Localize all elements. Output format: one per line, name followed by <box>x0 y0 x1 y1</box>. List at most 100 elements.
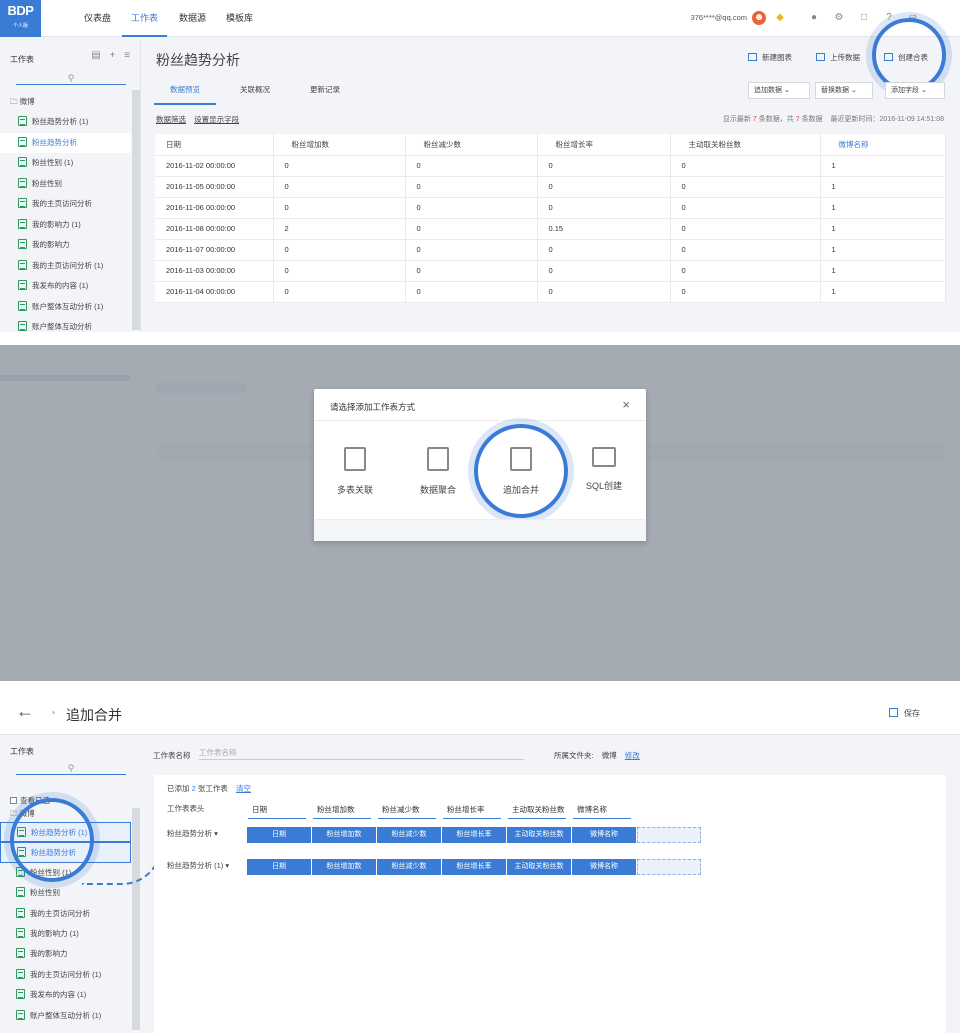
append-data-select[interactable]: 追加数据 ⌄ <box>748 82 810 99</box>
tree-item-selected[interactable]: 粉丝趋势分析 <box>0 132 131 153</box>
field-chip[interactable]: 微博名称 <box>572 827 636 843</box>
field-chip[interactable]: 粉丝减少数 <box>377 859 441 875</box>
tree-item[interactable]: 我的影响力 (1) <box>0 924 131 944</box>
user-email[interactable]: 376****@qq.com <box>691 0 747 37</box>
header-cell[interactable]: 粉丝减少数 <box>378 803 436 819</box>
field-chip[interactable]: 日期 <box>247 827 311 843</box>
tree-item[interactable]: 粉丝性别 (1) <box>0 153 131 174</box>
tree-item[interactable]: 我的影响力 <box>0 944 131 964</box>
column-header[interactable]: 微博名称 <box>820 134 946 156</box>
folder-edit-link[interactable]: 修改 <box>625 751 640 760</box>
replace-data-select[interactable]: 替换数据 ⌄ <box>815 82 873 99</box>
column-header[interactable]: 主动取关粉丝数 <box>670 134 821 156</box>
gear-icon[interactable]: ⚙ <box>832 11 846 25</box>
clear-link[interactable]: 清空 <box>236 784 251 793</box>
empty-field-slot[interactable] <box>637 827 701 843</box>
folder-label: 微博 <box>19 97 35 106</box>
tree-item[interactable]: 账户整体互动分析 (1) <box>0 1006 131 1026</box>
tree-item[interactable]: 账户整体互动分析 (1) <box>0 297 131 318</box>
header-cell[interactable]: 粉丝增加数 <box>313 803 371 819</box>
option-data-aggregation[interactable]: 数据聚合 <box>403 447 473 496</box>
search-icon: ⚲ <box>67 763 75 773</box>
table-row[interactable]: 2016-11-07 00:00:00 0 0 0 0 1 <box>155 239 946 261</box>
save-button[interactable]: 保存 <box>889 708 920 719</box>
avatar-icon[interactable]: ☻ <box>752 11 766 25</box>
option-label: 多表关联 <box>336 485 373 495</box>
sidebar-search[interactable]: ⚲ <box>16 762 126 775</box>
data-filter-link[interactable]: 数据筛选 <box>156 115 186 124</box>
header-cell[interactable]: 微博名称 <box>573 803 631 819</box>
tab-update-log[interactable]: 更新记录 <box>310 84 340 95</box>
table-cell: 2016-11-04 00:00:00 <box>155 281 274 303</box>
field-chip[interactable]: 日期 <box>247 859 311 875</box>
pin-icon[interactable]: ● <box>807 11 821 25</box>
table-row[interactable]: 2016-11-03 00:00:00 0 0 0 0 1 <box>155 260 946 282</box>
tree-item[interactable]: 我的主页访问分析 (1) <box>0 965 131 985</box>
field-chip[interactable]: 微博名称 <box>572 859 636 875</box>
add-field-select[interactable]: 添加字段 ⌄ <box>885 82 945 99</box>
option-multi-table-join[interactable]: 多表关联 <box>320 447 390 496</box>
column-header[interactable]: 粉丝增加数 <box>273 134 406 156</box>
tree-item[interactable]: 我的影响力 (1) <box>0 215 131 236</box>
close-icon[interactable]: × <box>622 397 630 412</box>
message-icon[interactable]: □ <box>857 11 871 25</box>
back-arrow-icon[interactable]: ← <box>16 701 34 722</box>
table-row[interactable]: 2016-11-05 00:00:00 0 0 0 0 1 <box>155 176 946 198</box>
list-icon[interactable]: ≡ <box>124 50 130 61</box>
column-header[interactable]: 日期 <box>155 134 274 156</box>
field-chip[interactable]: 粉丝增加数 <box>312 859 376 875</box>
checkbox[interactable] <box>10 797 17 804</box>
sidebar-scrollbar[interactable] <box>132 90 140 330</box>
append-header: ← 追加合并 保存 <box>0 693 960 735</box>
option-sql-create[interactable]: SQL创建 <box>569 447 639 492</box>
sidebar-scrollbar[interactable] <box>132 808 140 1030</box>
tree-item[interactable]: 我发布的内容 (1) <box>0 985 131 1005</box>
field-chip[interactable]: 粉丝减少数 <box>377 827 441 843</box>
tree-item[interactable]: 粉丝性别 <box>0 174 131 195</box>
nav-tab-templates[interactable]: 模板库 <box>226 0 253 37</box>
table-row[interactable]: 2016-11-06 00:00:00 0 0 0 0 1 <box>155 197 946 219</box>
name-input[interactable]: 工作表名称 <box>199 746 524 760</box>
header-cell[interactable]: 主动取关粉丝数 <box>508 803 566 819</box>
field-chip[interactable]: 粉丝增长率 <box>442 827 506 843</box>
field-chip[interactable]: 粉丝增长率 <box>442 859 506 875</box>
source-label[interactable]: 粉丝趋势分析 ▾ <box>167 828 218 839</box>
diamond-icon[interactable]: ◆ <box>773 11 787 25</box>
nav-tab-worksheet[interactable]: 工作表 <box>122 0 168 37</box>
add-icon[interactable]: + <box>110 50 116 61</box>
column-header[interactable]: 粉丝减少数 <box>405 134 538 156</box>
field-chip[interactable]: 粉丝增加数 <box>312 827 376 843</box>
display-fields-link[interactable]: 设置显示字段 <box>194 115 239 124</box>
new-chart-button[interactable]: 新建图表 <box>748 52 792 64</box>
field-chip[interactable]: 主动取关粉丝数 <box>507 827 571 843</box>
tree-item[interactable]: 我的主页访问分析 <box>0 904 131 924</box>
caret-down-icon: ▾ <box>225 861 230 870</box>
empty-field-slot[interactable] <box>637 859 701 875</box>
tree-item-label: 我的主页访问分析 (1) <box>32 260 104 270</box>
tree-item[interactable]: 粉丝性别 <box>0 883 131 903</box>
column-header[interactable]: 粉丝增长率 <box>537 134 671 156</box>
table-row[interactable]: 2016-11-02 00:00:00 0 0 0 0 1 <box>155 155 946 177</box>
nav-tab-dashboard[interactable]: 仪表盘 <box>84 0 111 37</box>
sheet-icon <box>18 259 27 270</box>
nav-tab-datasource[interactable]: 数据源 <box>179 0 206 37</box>
folder-weibo[interactable]: 🗀 微博 <box>0 92 131 112</box>
table-row[interactable]: 2016-11-08 00:00:00 2 0 0.15 0 1 <box>155 218 946 240</box>
tab-data-preview[interactable]: 数据预览 <box>154 84 216 105</box>
table-row[interactable]: 2016-11-04 00:00:00 0 0 0 0 1 <box>155 281 946 303</box>
tree-item[interactable]: 我的主页访问分析 (1) <box>0 256 131 277</box>
new-folder-icon[interactable]: ▤ <box>91 50 100 61</box>
header-cell[interactable]: 日期 <box>248 803 306 819</box>
sidebar-search[interactable]: ⚲ <box>16 72 126 85</box>
tab-relation-overview[interactable]: 关联概况 <box>240 84 270 95</box>
tree-item[interactable]: 我的主页访问分析 <box>0 194 131 215</box>
upload-data-button[interactable]: 上传数据 <box>816 52 860 64</box>
field-chip[interactable]: 主动取关粉丝数 <box>507 859 571 875</box>
source-label[interactable]: 粉丝趋势分析 (1) ▾ <box>167 860 229 871</box>
tree-item[interactable]: 账户整体互动分析 <box>0 317 131 332</box>
tree-item[interactable]: 我发布的内容 (1) <box>0 276 131 297</box>
header-cell[interactable]: 粉丝增长率 <box>443 803 501 819</box>
tree-item[interactable]: 粉丝趋势分析 (1) <box>0 112 131 133</box>
logo[interactable]: BDP 个人版 <box>0 0 41 37</box>
tree-item[interactable]: 我的影响力 <box>0 235 131 256</box>
